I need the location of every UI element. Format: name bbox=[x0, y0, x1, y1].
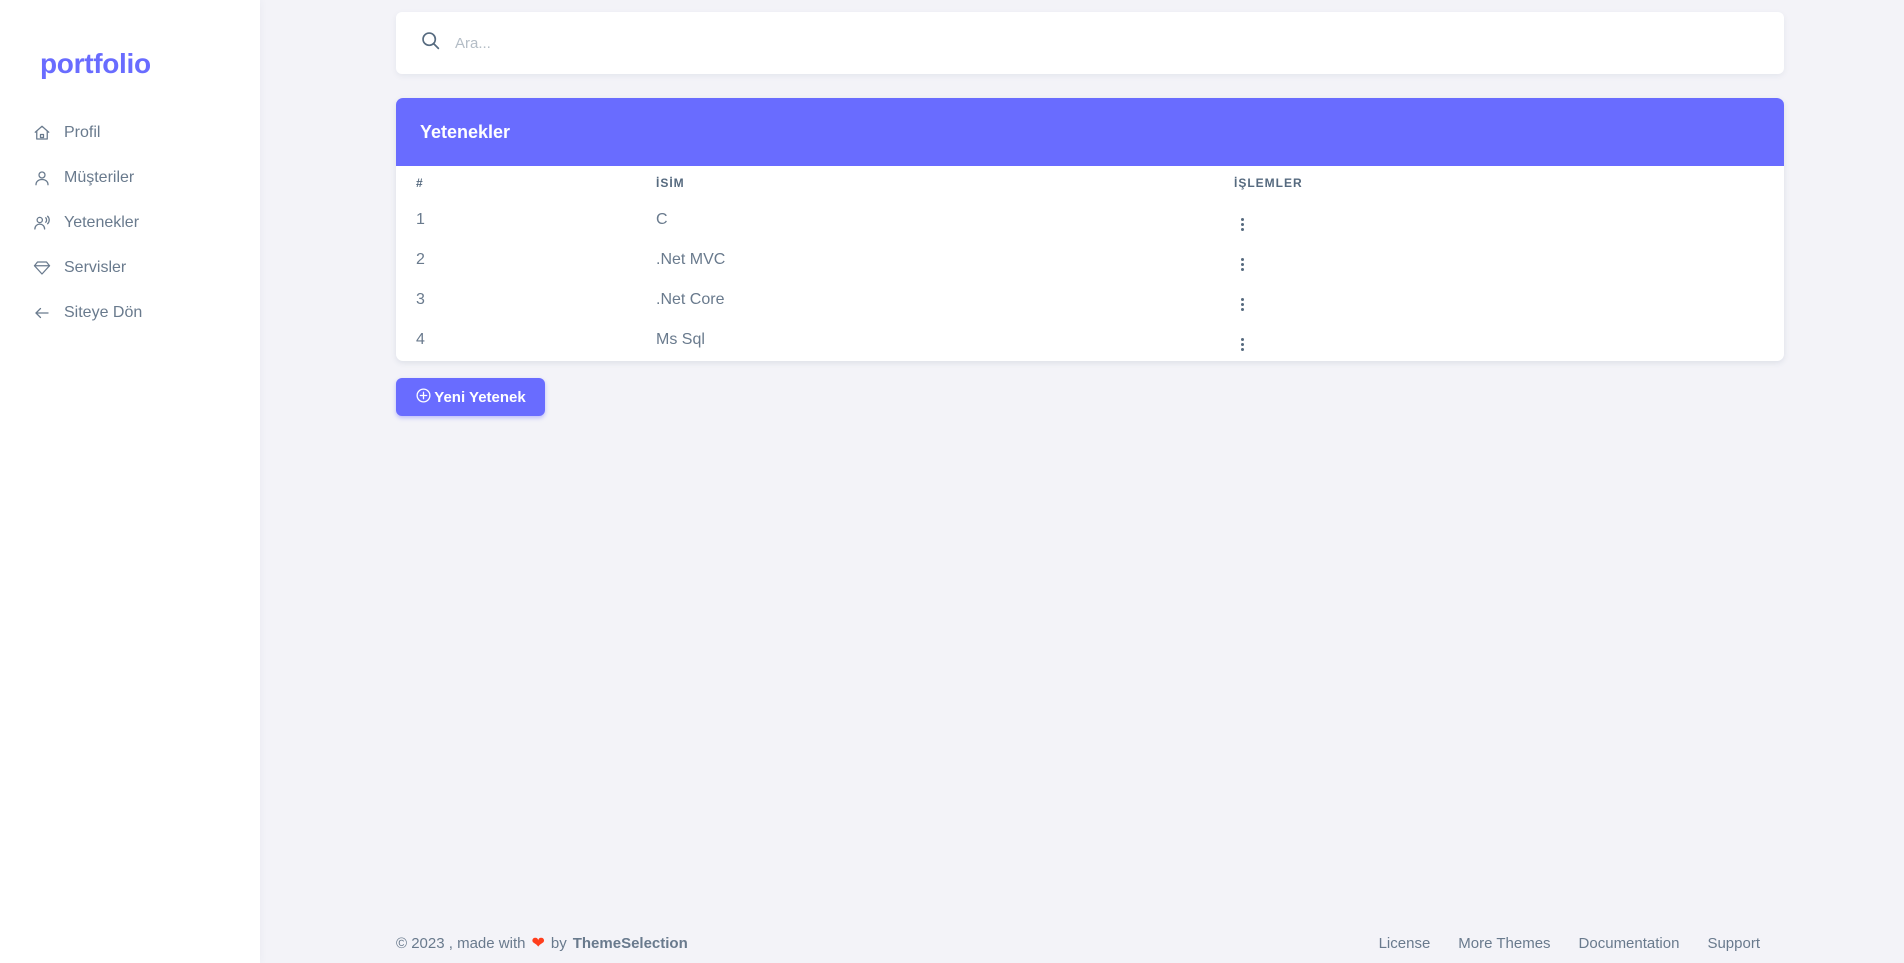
footer-link-support[interactable]: Support bbox=[1707, 935, 1760, 952]
search-icon bbox=[420, 30, 441, 56]
row-name: Ms Sql bbox=[656, 331, 705, 348]
footer-by: by bbox=[550, 934, 567, 952]
table-row: 1 C bbox=[396, 200, 1784, 240]
column-header-name: İSİM bbox=[656, 176, 685, 190]
sidebar-item-label: Servisler bbox=[64, 258, 127, 276]
user-icon bbox=[32, 168, 52, 188]
user-voice-icon bbox=[32, 213, 52, 233]
sidebar-menu: Profil Müşteriler Yetenekler Servisler S… bbox=[32, 110, 242, 335]
table-row: 4 Ms Sql bbox=[396, 320, 1784, 360]
sidebar-item-yetenekler[interactable]: Yetenekler bbox=[32, 200, 242, 245]
search-input[interactable] bbox=[455, 34, 1555, 52]
diamond-icon bbox=[32, 258, 52, 278]
table-row: 2 .Net MVC bbox=[396, 240, 1784, 280]
sidebar: portfolio Profil Müşteriler Yetenekler S… bbox=[0, 0, 260, 963]
heart-icon: ❤ bbox=[531, 935, 545, 952]
footer-link-license[interactable]: License bbox=[1379, 935, 1431, 952]
table-header-row: # İSİM İŞLEMLER bbox=[396, 166, 1784, 200]
footer-link-more-themes[interactable]: More Themes bbox=[1458, 935, 1550, 952]
footer-brand-link[interactable]: ThemeSelection bbox=[573, 935, 688, 952]
row-name: C bbox=[656, 211, 668, 228]
sidebar-item-profil[interactable]: Profil bbox=[32, 110, 242, 155]
row-id: 4 bbox=[416, 331, 425, 348]
more-vertical-icon[interactable] bbox=[1234, 216, 1250, 232]
arrow-left-icon bbox=[32, 303, 52, 323]
sidebar-item-label: Siteye Dön bbox=[64, 303, 143, 321]
row-id: 1 bbox=[416, 211, 425, 228]
row-id: 2 bbox=[416, 251, 425, 268]
sidebar-item-label: Profil bbox=[64, 123, 101, 141]
row-name: .Net Core bbox=[656, 291, 725, 308]
skills-table: # İSİM İŞLEMLER 1 C 2 .Net MVC 3 .Net Co… bbox=[396, 166, 1784, 360]
add-skill-button[interactable]: Yeni Yetenek bbox=[396, 378, 545, 416]
column-header-id: # bbox=[416, 176, 424, 190]
more-vertical-icon[interactable] bbox=[1234, 256, 1250, 272]
home-icon bbox=[32, 123, 52, 143]
column-header-actions: İŞLEMLER bbox=[1234, 176, 1303, 190]
more-vertical-icon[interactable] bbox=[1234, 296, 1250, 312]
more-vertical-icon[interactable] bbox=[1234, 336, 1250, 352]
row-id: 3 bbox=[416, 291, 425, 308]
plus-circle-icon bbox=[415, 387, 432, 408]
footer-link-documentation[interactable]: Documentation bbox=[1579, 935, 1680, 952]
footer-credit: © 2023 , made with ❤ by ThemeSelection bbox=[396, 933, 688, 953]
row-name: .Net MVC bbox=[656, 251, 726, 268]
brand-logo[interactable]: portfolio bbox=[40, 48, 151, 80]
sidebar-item-label: Müşteriler bbox=[64, 168, 135, 186]
search-bar bbox=[396, 12, 1784, 74]
sidebar-item-musteriler[interactable]: Müşteriler bbox=[32, 155, 242, 200]
footer: © 2023 , made with ❤ by ThemeSelection L… bbox=[396, 932, 1760, 954]
add-skill-button-label: Yeni Yetenek bbox=[434, 388, 526, 406]
table-row: 3 .Net Core bbox=[396, 280, 1784, 320]
card-title: Yetenekler bbox=[396, 98, 1784, 166]
footer-copyright: © 2023 , made with bbox=[396, 934, 526, 952]
footer-links: License More Themes Documentation Suppor… bbox=[1379, 935, 1760, 952]
sidebar-item-siteye-don[interactable]: Siteye Dön bbox=[32, 290, 242, 335]
sidebar-item-label: Yetenekler bbox=[64, 213, 140, 231]
skills-card: Yetenekler # İSİM İŞLEMLER 1 C 2 .Net MV… bbox=[396, 98, 1784, 361]
sidebar-item-servisler[interactable]: Servisler bbox=[32, 245, 242, 290]
